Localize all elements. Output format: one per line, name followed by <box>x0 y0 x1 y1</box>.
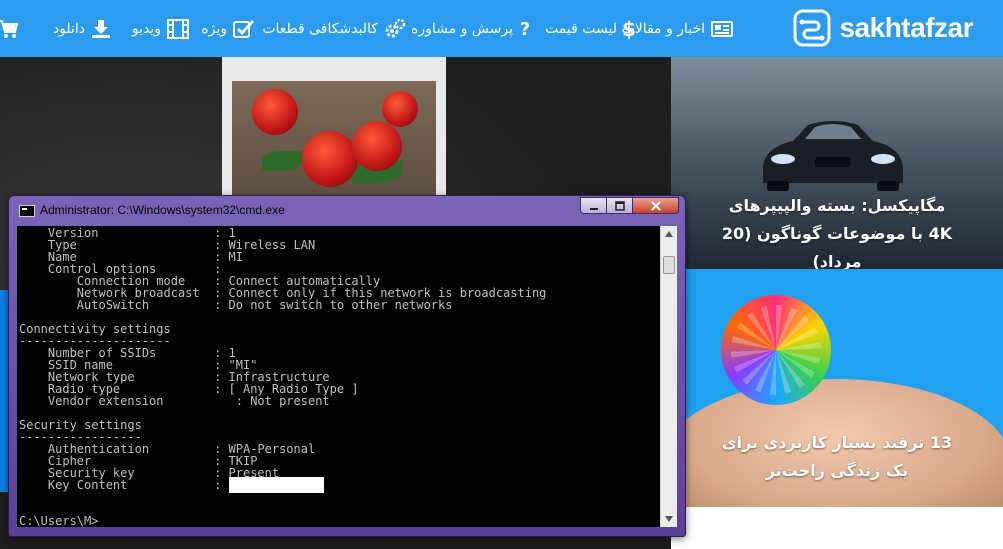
window-controls <box>580 197 679 214</box>
leaf-shape <box>262 151 302 171</box>
redacted-key-box <box>228 477 324 493</box>
car-image <box>763 121 903 191</box>
scroll-down-button[interactable] <box>661 511 677 527</box>
flower-shape <box>382 91 418 127</box>
vertical-scrollbar[interactable] <box>660 226 677 527</box>
top-navigation-bar: sakhtafzar اخبار و مقالات $ لیست قیمت ? … <box>0 0 1003 57</box>
gears-icon <box>385 18 406 37</box>
flower-shape <box>252 89 298 135</box>
console-icon[interactable] <box>19 205 35 217</box>
nav-item-price-list[interactable]: $ لیست قیمت <box>545 0 635 57</box>
close-icon <box>650 200 661 211</box>
nav-item-label: ویدیو <box>131 20 161 37</box>
nav-item-label: لیست قیمت <box>545 20 617 37</box>
arrow-up-icon <box>665 231 673 237</box>
close-button[interactable] <box>633 197 679 214</box>
minimize-button[interactable] <box>580 197 607 214</box>
console-line: Vendor extension : Not present <box>19 394 330 408</box>
nav-item-label: ویژه <box>201 20 227 37</box>
nav-item-special[interactable]: ویژه <box>201 0 255 57</box>
nav-item-qa[interactable]: ? پرسش و مشاوره <box>411 0 531 57</box>
article-card-wallpapers[interactable]: مگاپیکسل: بسته والپیپرهای 4K با موضوعات … <box>671 57 1003 269</box>
window-title-bar[interactable]: Administrator: C:\Windows\system32\cmd.e… <box>9 196 685 224</box>
minimize-icon <box>589 207 598 210</box>
download-icon <box>92 19 110 38</box>
console-text: Version : 1 Type : Wireless LAN Name : M… <box>19 227 546 527</box>
question-icon: ? <box>520 19 530 40</box>
maximize-button[interactable] <box>607 197 633 214</box>
nav-item-shop[interactable]: م <box>0 0 18 57</box>
article-card-title[interactable]: مگاپیکسل: بسته والپیپرهای 4K با موضوعات … <box>671 192 1003 269</box>
nav-item-label: دانلود <box>52 20 85 37</box>
console-line: AutoSwitch : Do not switch to other netw… <box>19 298 453 312</box>
newspaper-icon <box>711 20 733 37</box>
film-icon <box>167 18 189 39</box>
cmd-window[interactable]: Administrator: C:\Windows\system32\cmd.e… <box>8 195 686 537</box>
logo-circuit-icon <box>793 9 831 47</box>
arrow-down-icon <box>665 516 673 522</box>
nav-item-video[interactable]: ویدیو <box>132 0 189 57</box>
nav-item-label: پرسش و مشاوره <box>411 20 513 37</box>
nav-item-label: کالبدشکافی قطعات <box>262 20 378 37</box>
flower-shape <box>352 121 402 171</box>
scroll-up-button[interactable] <box>661 226 677 242</box>
console-line: C:\Users\M>_ <box>19 514 106 527</box>
console-line: Key Content : <box>19 477 546 493</box>
page-background <box>671 507 1003 549</box>
console-output[interactable]: Version : 1 Type : Wireless LAN Name : M… <box>17 226 660 527</box>
site-logo[interactable]: sakhtafzar <box>793 8 973 48</box>
article-card-life-hacks[interactable]: 13 ترفند بسیار کاربردی برای یک زندگی راح… <box>671 269 1003 507</box>
svg-text:$: $ <box>623 18 635 40</box>
phone-screen-image <box>232 81 436 207</box>
rubber-band-ball-image <box>721 295 831 405</box>
scrollbar-thumb[interactable] <box>663 256 675 274</box>
dollar-icon: $ <box>623 18 635 40</box>
nav-item-teardown[interactable]: کالبدشکافی قطعات <box>262 0 406 57</box>
cart-icon <box>0 19 18 38</box>
maximize-icon <box>614 200 625 211</box>
logo-text: sakhtafzar <box>839 12 973 43</box>
checkbox-icon <box>233 19 255 38</box>
nav-item-download[interactable]: دانلود <box>53 0 111 57</box>
nav-item-news[interactable]: اخبار و مقالات <box>622 0 733 57</box>
svg-text:?: ? <box>520 19 530 40</box>
window-title: Administrator: C:\Windows\system32\cmd.e… <box>40 203 285 217</box>
flower-shape <box>302 131 358 187</box>
article-card-title[interactable]: 13 ترفند بسیار کاربردی برای یک زندگی راح… <box>671 429 1003 485</box>
